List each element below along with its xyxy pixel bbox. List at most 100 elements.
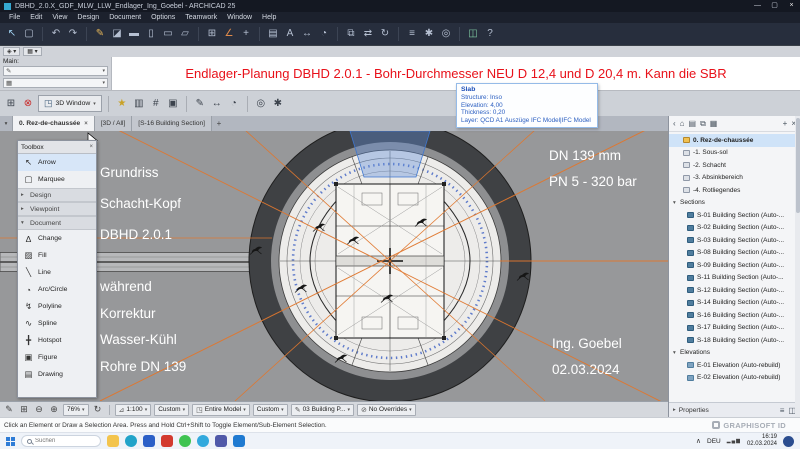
home-icon[interactable]: ⌂ [680,119,685,129]
layers-icon[interactable]: ≡ [405,24,419,44]
layer-combo[interactable]: ▦▾ [3,78,108,88]
tree-item[interactable]: S-01 Building Section (Auto-... [669,209,800,222]
tray-chevron-icon[interactable]: ∧ [696,437,701,445]
close-icon[interactable]: × [89,144,93,150]
arc-circle-tool[interactable]: ◔Arc/Circle [18,281,96,298]
acrobat-icon[interactable] [161,435,173,447]
undo-icon[interactable]: ↶ [49,24,63,44]
snap-guides-icon[interactable]: ∠ [222,24,236,44]
tree-item[interactable]: S-11 Building Section (Auto-... [669,272,800,285]
maximize-button[interactable]: ▢ [766,0,783,12]
tree-item[interactable]: S-12 Building Section (Auto-... [669,284,800,297]
detail-icon[interactable]: ◔ [227,98,241,109]
zoom-combo[interactable]: 76%▾ [63,404,89,416]
tab-1[interactable]: 0. Rez-de-chaussée× [13,116,95,131]
overrides-combo[interactable]: ⊘No Overrides▾ [357,404,416,416]
menu-item-window[interactable]: Window [222,12,257,23]
menu-item-teamwork[interactable]: Teamwork [180,12,222,23]
layout-book-icon[interactable]: ▦ [710,119,718,129]
pen-settings-icon[interactable]: ✎ [3,404,15,415]
tab-overflow-button[interactable]: ▾ [0,116,13,131]
tab-3[interactable]: [S-16 Building Section] [132,116,212,131]
model-filter-combo[interactable]: ◳Entire Model▾ [192,404,250,416]
gravity-icon[interactable]: + [239,24,253,44]
layouts-icon[interactable]: ▥ [132,98,146,109]
menu-item-document[interactable]: Document [104,12,146,23]
tree-story[interactable]: -1. Sous-sol [669,147,800,160]
tree-story[interactable]: 0. Rez-de-chaussée [669,134,800,147]
scale-combo[interactable]: ⊿1:100▾ [115,404,152,416]
transform-icon[interactable]: ⇄ [361,24,375,44]
tree-item[interactable]: S-03 Building Section (Auto-... [669,234,800,247]
network-icon[interactable]: ▂▄▆ [727,438,741,444]
tree-story[interactable]: -3. Absinkbereich [669,172,800,185]
tree-group-sections[interactable]: ▾Sections [669,197,800,210]
section-marker-icon[interactable]: # [149,98,163,109]
back-icon[interactable]: ‹ [673,119,676,129]
eraser-icon[interactable]: ◪ [110,24,124,44]
edge-icon[interactable] [125,435,137,447]
tree-item[interactable]: S-17 Building Section (Auto-... [669,322,800,335]
search-icon[interactable]: ◎ [439,24,453,44]
pen-set-combo[interactable]: ✎03 Building P...▾ [291,404,354,416]
line-tool[interactable]: ╲Line [18,264,96,281]
pen-icon[interactable]: ✎ [93,24,107,44]
new-tab-button[interactable]: + [212,116,226,131]
drawing-tool[interactable]: ▤Drawing [18,366,96,383]
marquee-icon[interactable]: ▢ [22,24,36,44]
menu-item-edit[interactable]: Edit [25,12,47,23]
pin-icon[interactable]: + [783,119,788,128]
renovation-filter-combo[interactable]: Custom▾ [253,404,288,416]
grid-icon[interactable]: ⊞ [205,24,219,44]
3d-window-button[interactable]: ◳ 3D Window ▾ [38,95,102,112]
column-icon[interactable]: ▯ [144,24,158,44]
project-map-icon[interactable]: ▤ [689,119,697,129]
zoom-tool-icon[interactable]: ◎ [254,98,268,109]
tree-item[interactable]: S-08 Building Section (Auto-... [669,247,800,260]
tree-story[interactable]: -4. Rotliegendes [669,184,800,197]
layer-combo[interactable]: Custom▾ [154,404,189,416]
menu-item-design[interactable]: Design [72,12,104,23]
zoom-in-icon[interactable]: ⊕ [48,404,60,415]
group-icon[interactable]: ⧉ [344,24,358,44]
favorites-icon[interactable]: ★ [115,98,129,109]
tree-item[interactable]: S-16 Building Section (Auto-... [669,309,800,322]
view-map-icon[interactable]: ⧉ [700,119,706,129]
arc-icon[interactable]: ◔ [317,24,331,44]
slab-icon[interactable]: ▱ [178,24,192,44]
toolbox-section-design[interactable]: ▸Design [18,188,96,202]
toolbox-section-viewpoint[interactable]: ▸Viewpoint [18,202,96,216]
text-icon[interactable]: A [283,24,297,44]
beam-icon[interactable]: ▭ [161,24,175,44]
tree-item[interactable]: E-02 Elevation (Auto-rebuild) [669,372,800,385]
tree-story[interactable]: -2. Schacht [669,159,800,172]
keyboard-language[interactable]: DEU [707,438,721,445]
outlook-icon[interactable] [233,435,245,447]
settings-icon[interactable]: ✱ [422,24,436,44]
tree-group-elevations[interactable]: ▾Elevations [669,347,800,360]
menu-item-options[interactable]: Options [146,12,180,23]
dimension-icon[interactable]: ↔ [300,24,314,44]
favorite-combo[interactable]: ✎▾ [3,66,108,76]
polyline-tool[interactable]: ↯Polyline [18,298,96,315]
wall-icon[interactable]: ▬ [127,24,141,44]
zoom-out-icon[interactable]: ⊖ [33,404,45,415]
toolbox-title-bar[interactable]: Toolbox × [18,141,96,154]
search-input[interactable] [35,438,90,444]
marquee-tool[interactable]: ▢Marquee [18,171,96,188]
tab-close-icon[interactable]: × [84,121,88,127]
camera-icon[interactable]: ▣ [166,98,180,109]
telegram-icon[interactable] [197,435,209,447]
drawing-canvas[interactable]: GrundrissSchacht-KopfDBHD 2.0.1 währendK… [0,131,668,401]
spline-tool[interactable]: ∿Spline [18,315,96,332]
tree-item[interactable]: E-01 Elevation (Auto-rebuild) [669,359,800,372]
rotate-icon[interactable]: ↻ [378,24,392,44]
menu-item-view[interactable]: View [47,12,72,23]
minimize-button[interactable]: — [749,0,766,12]
tree-item[interactable]: S-14 Building Section (Auto-... [669,297,800,310]
panel-options-icon[interactable]: ≡ [780,406,785,415]
start-button[interactable] [6,437,15,446]
grid-snap-icon[interactable]: ⊞ [18,404,30,415]
teams-icon[interactable] [215,435,227,447]
scrollbar-thumb[interactable] [796,118,800,213]
